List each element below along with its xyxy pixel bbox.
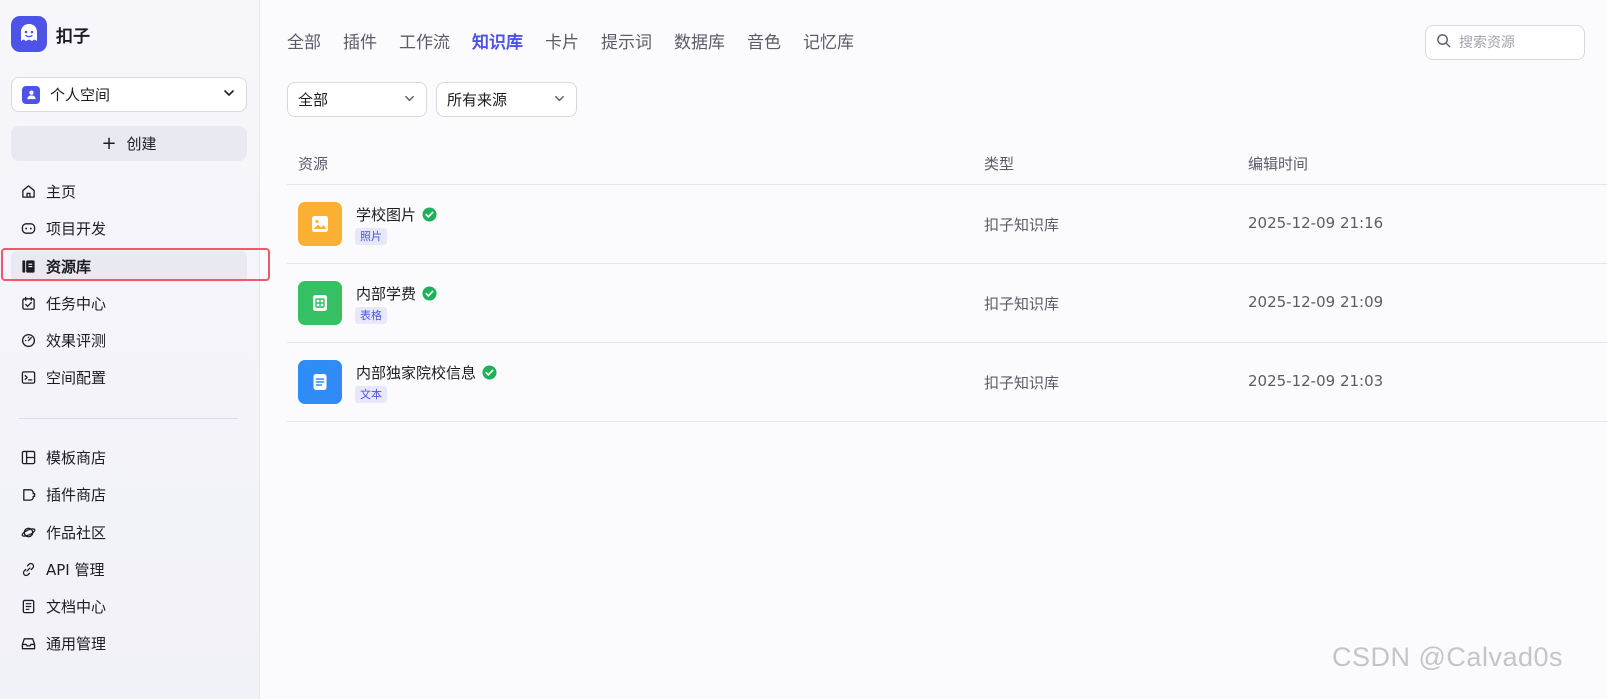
sidebar-divider <box>19 418 238 419</box>
tab-voices[interactable]: 音色 <box>747 32 781 54</box>
verified-check-icon <box>422 286 437 301</box>
nav-item-template-store[interactable]: 模板商店 <box>11 442 247 473</box>
robot-icon <box>20 220 37 237</box>
document-icon <box>20 598 37 615</box>
home-icon <box>20 183 37 200</box>
resource-edited-time: 2025-12-09 21:03 <box>1248 372 1384 390</box>
coze-logo-icon <box>11 16 47 52</box>
nav-item-home[interactable]: 主页 <box>11 176 247 207</box>
create-label: 创建 <box>126 135 157 153</box>
planet-icon <box>20 524 37 541</box>
nav-item-plugin-store[interactable]: 插件商店 <box>11 479 247 510</box>
verified-check-icon <box>482 365 497 380</box>
nav-label: 插件商店 <box>46 486 107 505</box>
task-icon <box>20 295 37 312</box>
nav-label: 资源库 <box>46 257 92 276</box>
source-filter-select[interactable]: 所有来源 <box>436 82 577 117</box>
nav-item-api-management[interactable]: API 管理 <box>11 554 247 585</box>
nav-item-docs[interactable]: 文档中心 <box>11 591 247 622</box>
nav-label: 作品社区 <box>46 523 107 542</box>
image-icon <box>298 202 342 246</box>
plus-icon: + <box>101 132 117 154</box>
resource-type: 扣子知识库 <box>984 216 1060 234</box>
chevron-down-icon <box>553 91 566 109</box>
nav-label: 任务中心 <box>46 294 107 313</box>
column-header-type: 类型 <box>984 155 1015 173</box>
nav-label: API 管理 <box>46 560 105 579</box>
chevron-down-icon <box>222 85 236 104</box>
resource-edited-time: 2025-12-09 21:16 <box>1248 214 1384 232</box>
table-row[interactable]: 内部学费 表格 扣子知识库 2025-12-09 21:09 <box>287 264 1607 343</box>
column-header-resource: 资源 <box>298 155 329 173</box>
nav-item-tasks[interactable]: 任务中心 <box>11 288 247 319</box>
chevron-down-icon <box>403 91 416 109</box>
gauge-icon <box>20 332 37 349</box>
resource-type: 扣子知识库 <box>984 295 1060 313</box>
table-icon <box>298 281 342 325</box>
nav-label: 空间配置 <box>46 369 107 388</box>
text-doc-icon <box>298 360 342 404</box>
watermark: CSDN @Calvad0s <box>1332 642 1563 672</box>
source-filter-value: 所有来源 <box>447 91 508 109</box>
search-box[interactable] <box>1425 25 1585 60</box>
library-icon <box>20 258 37 275</box>
resource-edited-time: 2025-12-09 21:09 <box>1248 293 1384 311</box>
space-label: 个人空间 <box>50 86 111 104</box>
resource-table: 资源 类型 编辑时间 学校图片 照片 扣子知识库 2025-12-09 21:1… <box>287 142 1607 422</box>
secondary-nav: 模板商店 插件商店 作品社区 API 管理 文档中心 通用管理 <box>11 442 247 666</box>
link-icon <box>20 561 37 578</box>
tab-memory[interactable]: 记忆库 <box>803 32 854 54</box>
nav-item-projects[interactable]: 项目开发 <box>11 213 247 244</box>
type-filter-select[interactable]: 全部 <box>287 82 427 117</box>
tab-plugins[interactable]: 插件 <box>343 32 377 54</box>
nav-item-community[interactable]: 作品社区 <box>11 517 247 548</box>
nav-label: 文档中心 <box>46 598 107 617</box>
space-selector[interactable]: 个人空间 <box>11 77 247 112</box>
nav-item-evaluation[interactable]: 效果评测 <box>11 325 247 356</box>
nav-label: 模板商店 <box>46 449 107 467</box>
nav-label: 项目开发 <box>46 220 107 239</box>
main-content: 全部 插件 工作流 知识库 卡片 提示词 数据库 音色 记忆库 全部 所有来源 … <box>260 0 1607 699</box>
resource-tag: 照片 <box>355 228 387 245</box>
sidebar: 扣子 个人空间 + 创建 主页 项目开发 资源库 任务中心 效果评测 空间配置 … <box>0 0 270 699</box>
nav-label: 主页 <box>46 183 77 201</box>
tab-all[interactable]: 全部 <box>287 32 321 54</box>
tab-database[interactable]: 数据库 <box>674 32 725 54</box>
resource-name: 内部学费 <box>356 285 417 303</box>
terminal-icon <box>20 369 37 386</box>
brand[interactable]: 扣子 <box>11 16 90 52</box>
tab-cards[interactable]: 卡片 <box>545 32 579 54</box>
resource-tag: 文本 <box>355 386 387 403</box>
tab-prompts[interactable]: 提示词 <box>601 32 652 54</box>
resource-type: 扣子知识库 <box>984 374 1060 392</box>
nav-item-library[interactable]: 资源库 <box>11 250 247 282</box>
brand-name: 扣子 <box>56 26 90 47</box>
resource-tag: 表格 <box>355 307 387 324</box>
table-header: 资源 类型 编辑时间 <box>287 142 1607 185</box>
inbox-icon <box>20 635 37 652</box>
template-icon <box>20 449 37 466</box>
nav-item-space-config[interactable]: 空间配置 <box>11 362 247 393</box>
plugin-icon <box>20 486 37 503</box>
table-row[interactable]: 内部独家院校信息 文本 扣子知识库 2025-12-09 21:03 <box>287 343 1607 422</box>
nav-item-general-management[interactable]: 通用管理 <box>11 628 247 659</box>
search-icon <box>1436 33 1451 52</box>
search-input[interactable] <box>1459 34 1559 51</box>
tab-knowledge[interactable]: 知识库 <box>472 32 523 54</box>
user-icon <box>22 85 40 104</box>
tab-workflows[interactable]: 工作流 <box>399 32 450 54</box>
type-filter-value: 全部 <box>298 91 329 109</box>
resource-name: 内部独家院校信息 <box>356 364 477 382</box>
column-header-edited: 编辑时间 <box>1248 155 1309 173</box>
verified-check-icon <box>422 207 437 222</box>
primary-nav: 主页 项目开发 资源库 任务中心 效果评测 空间配置 <box>11 176 247 400</box>
resource-name: 学校图片 <box>356 206 417 224</box>
resource-tabs: 全部 插件 工作流 知识库 卡片 提示词 数据库 音色 记忆库 <box>287 32 876 54</box>
nav-label: 通用管理 <box>46 635 107 654</box>
create-button[interactable]: + 创建 <box>11 126 247 161</box>
nav-label: 效果评测 <box>46 332 107 351</box>
table-row[interactable]: 学校图片 照片 扣子知识库 2025-12-09 21:16 <box>287 185 1607 264</box>
